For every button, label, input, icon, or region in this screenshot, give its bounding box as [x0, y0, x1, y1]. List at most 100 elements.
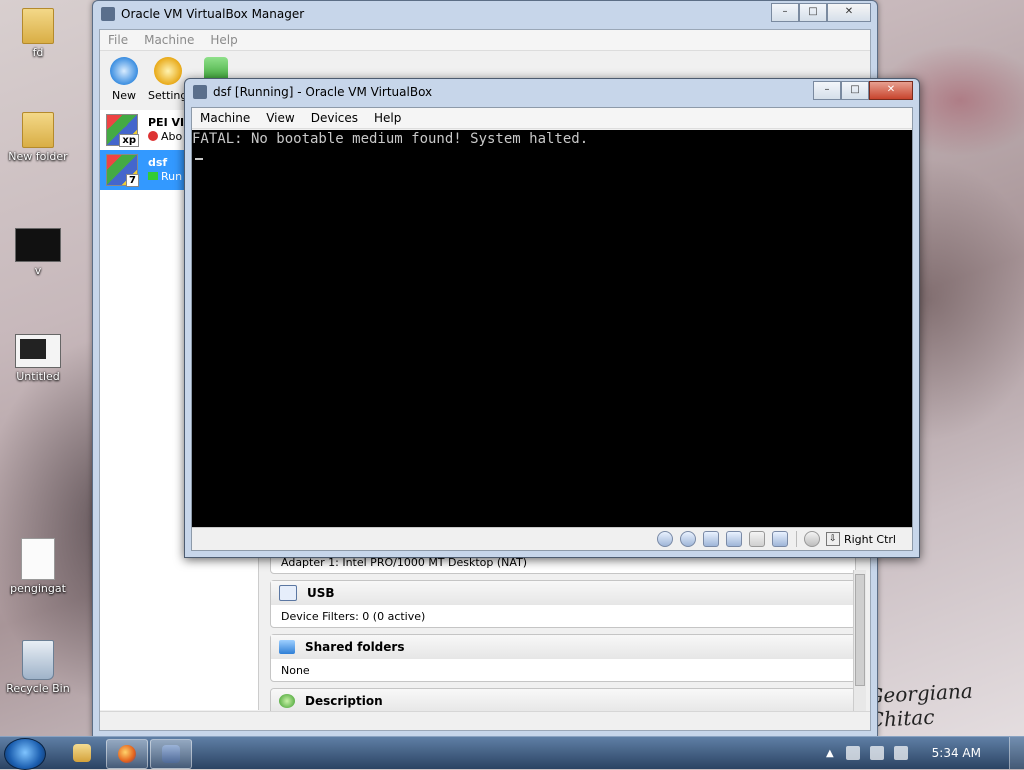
- volume-icon[interactable]: [893, 746, 908, 760]
- desktop-icon-untitled[interactable]: Untitled: [3, 334, 73, 383]
- vm-window-buttons: – □ ✕: [813, 81, 913, 100]
- vm-item-text: dsf Run: [148, 156, 182, 184]
- manager-title: Oracle VM VirtualBox Manager: [121, 7, 305, 21]
- show-hidden-icons-icon[interactable]: ▲: [826, 748, 834, 759]
- desktop-icon-fd[interactable]: fd: [3, 8, 73, 59]
- mouse-integration-icon[interactable]: [803, 531, 820, 547]
- settings-button[interactable]: Settings: [148, 55, 194, 102]
- close-button[interactable]: ✕: [827, 3, 871, 22]
- desktop-icon-label: v: [34, 264, 42, 277]
- vm-titlebar[interactable]: dsf [Running] - Oracle VM VirtualBox: [185, 79, 919, 105]
- menu-file[interactable]: File: [100, 33, 136, 47]
- virtualbox-icon: [101, 7, 115, 21]
- desktop-icon-new-folder[interactable]: New folder: [3, 112, 73, 163]
- menu-machine[interactable]: Machine: [192, 111, 258, 125]
- console-cursor: [195, 158, 203, 160]
- virtualbox-icon: [193, 85, 207, 99]
- taskbar-firefox[interactable]: [106, 739, 148, 769]
- menu-help[interactable]: Help: [202, 33, 245, 47]
- usb-title: USB: [307, 586, 335, 600]
- description-title: Description: [305, 694, 383, 708]
- desktop-icon-label: fd: [32, 46, 44, 59]
- usb-icon: [279, 585, 297, 601]
- clock[interactable]: 5:34 AM: [932, 746, 981, 760]
- vm-state: Abo: [148, 130, 184, 144]
- aborted-icon: [148, 131, 158, 141]
- shared-folder-status-icon[interactable]: [748, 531, 765, 547]
- virtualization-icon[interactable]: [771, 531, 788, 547]
- close-button[interactable]: ✕: [869, 81, 913, 100]
- virtualbox-icon: [162, 745, 180, 763]
- new-star-icon: [110, 57, 138, 85]
- system-tray: ▲ 5:34 AM: [826, 737, 1024, 769]
- description-icon: [279, 694, 295, 708]
- vm-window-title: dsf [Running] - Oracle VM VirtualBox: [213, 85, 433, 99]
- manager-window-buttons: – □ ✕: [771, 3, 871, 22]
- show-desktop-button[interactable]: [1009, 737, 1024, 769]
- new-vm-button[interactable]: New: [104, 55, 144, 102]
- floppy-icon[interactable]: [702, 531, 719, 547]
- desktop-icon-label: Untitled: [16, 370, 60, 383]
- minimize-button[interactable]: –: [813, 81, 841, 100]
- vm-details-pane: Adapter 1: Intel PRO/1000 MT Desktop (NA…: [270, 550, 856, 719]
- manager-titlebar[interactable]: Oracle VM VirtualBox Manager: [93, 1, 877, 27]
- minimize-button[interactable]: –: [771, 3, 799, 22]
- keyboard-arrow-icon: ⇩: [825, 532, 840, 546]
- desktop-icon-recycle-bin[interactable]: Recycle Bin: [3, 640, 73, 695]
- manager-menubar: File Machine Help: [100, 30, 870, 51]
- desktop-icon-label: pengingat: [10, 582, 66, 595]
- vm-client-area: Machine View Devices Help FATAL: No boot…: [191, 107, 913, 551]
- network-tray-icon[interactable]: [869, 746, 884, 760]
- console-text: FATAL: No bootable medium found! System …: [192, 131, 589, 147]
- usb-section: USB Device Filters: 0 (0 active): [270, 580, 856, 628]
- text-document-icon: [21, 538, 55, 580]
- manager-statusbar: [100, 711, 870, 730]
- description-header[interactable]: Description: [271, 689, 855, 713]
- menu-machine[interactable]: Machine: [136, 33, 202, 47]
- desktop-icon-label: New folder: [8, 150, 68, 163]
- vm-running-window[interactable]: dsf [Running] - Oracle VM VirtualBox – □…: [184, 78, 920, 558]
- maximize-button[interactable]: □: [841, 81, 869, 100]
- details-scrollbar[interactable]: [853, 570, 866, 720]
- vm-statusbar: ⇩ Right Ctrl: [192, 527, 912, 550]
- taskbar: ▲ 5:34 AM: [0, 736, 1024, 770]
- shared-folders-header[interactable]: Shared folders: [271, 635, 855, 659]
- folder-icon: [22, 112, 54, 148]
- vm-name: dsf: [148, 156, 168, 169]
- desktop-icon-v[interactable]: v: [3, 228, 73, 277]
- host-key-indicator[interactable]: ⇩ Right Ctrl: [825, 532, 896, 546]
- shared-folder-icon: [279, 640, 295, 654]
- settings-label: Settings: [148, 89, 194, 102]
- scrollbar-thumb[interactable]: [855, 574, 865, 686]
- desktop-icon-pengingat[interactable]: pengingat: [3, 538, 73, 595]
- vm-name: PEI VI: [148, 116, 185, 129]
- network-icon[interactable]: [725, 531, 742, 547]
- menu-help[interactable]: Help: [366, 111, 409, 125]
- start-menu-button[interactable]: [4, 738, 46, 770]
- vm-state: Run: [148, 170, 182, 184]
- image-thumbnail-icon: [15, 334, 61, 368]
- vm-console-screen[interactable]: FATAL: No bootable medium found! System …: [192, 130, 912, 530]
- menu-devices[interactable]: Devices: [303, 111, 366, 125]
- optical-drive-icon[interactable]: [679, 531, 696, 547]
- taskbar-virtualbox[interactable]: [150, 739, 192, 769]
- running-arrow-icon: [148, 172, 158, 180]
- action-center-flag-icon[interactable]: [845, 746, 860, 760]
- usb-header[interactable]: USB: [271, 581, 855, 605]
- new-vm-label: New: [112, 89, 136, 102]
- shared-folders-title: Shared folders: [305, 640, 405, 654]
- menu-view[interactable]: View: [258, 111, 302, 125]
- vm-menubar: Machine View Devices Help: [192, 108, 912, 129]
- desktop-icon-label: Recycle Bin: [6, 682, 70, 695]
- vm-item-text: PEI VI Abo: [148, 116, 184, 144]
- shared-folders-row: None: [281, 663, 310, 677]
- image-thumbnail-icon: [15, 228, 61, 262]
- wallpaper-signature: Georgiana Chitac: [866, 678, 974, 733]
- status-separator: [795, 531, 797, 547]
- description-section: Description: [270, 688, 856, 713]
- maximize-button[interactable]: □: [799, 3, 827, 22]
- host-key-label: Right Ctrl: [843, 532, 896, 546]
- recycle-bin-icon: [22, 640, 54, 680]
- hard-disk-icon[interactable]: [656, 531, 673, 547]
- taskbar-explorer[interactable]: [62, 739, 102, 767]
